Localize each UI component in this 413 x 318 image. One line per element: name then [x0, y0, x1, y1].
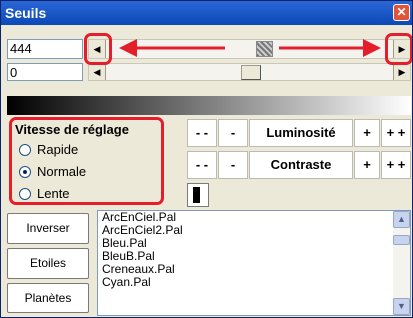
contrast-plus-plus-button[interactable]: + +: [381, 151, 411, 179]
list-item[interactable]: Cyan.Pal: [98, 276, 410, 289]
contrast-label: Contraste: [249, 151, 353, 179]
scroll-up-icon[interactable]: ▲: [393, 211, 410, 228]
bottom-threshold-field[interactable]: 0: [7, 63, 83, 81]
scroll-right-icon[interactable]: ▶: [393, 64, 410, 80]
stars-button[interactable]: Etoiles: [7, 248, 89, 279]
palette-list[interactable]: ArcEnCiel.Pal ArcEnCiel2.Pal Bleu.Pal Bl…: [97, 210, 411, 316]
planets-button[interactable]: Planètes: [7, 283, 89, 313]
contrast-minus-button[interactable]: -: [218, 151, 248, 179]
luminosity-plus-button[interactable]: +: [354, 119, 380, 147]
double-arrow-icon: [119, 39, 381, 57]
invert-swatch-button[interactable]: [187, 183, 209, 207]
bottom-threshold-scrollbar[interactable]: ◀ ▶: [88, 63, 411, 81]
contrast-minus-minus-button[interactable]: - -: [187, 151, 217, 179]
window-title: Seuils: [5, 5, 47, 21]
left-arrow-highlight: [84, 33, 112, 65]
title-bar[interactable]: Seuils ✕: [1, 1, 412, 25]
right-arrow-highlight: [385, 33, 412, 65]
close-button[interactable]: ✕: [393, 4, 410, 21]
contrast-plus-button[interactable]: +: [354, 151, 380, 179]
scroll-thumb[interactable]: [393, 235, 410, 245]
luminosity-minus-button[interactable]: -: [218, 119, 248, 147]
luminosity-label: Luminosité: [249, 119, 353, 147]
luminosity-minus-minus-button[interactable]: - -: [187, 119, 217, 147]
invert-button[interactable]: Inverser: [7, 213, 89, 244]
scroll-thumb[interactable]: [241, 65, 261, 80]
top-threshold-field[interactable]: 444: [7, 39, 83, 59]
grayscale-gradient: [7, 96, 411, 115]
list-scrollbar[interactable]: ▲ ▼: [393, 211, 410, 315]
luminosity-plus-plus-button[interactable]: + +: [381, 119, 411, 147]
seuils-window: Seuils ✕ 444 ◀ ▶ 0 ◀ ▶ Vitesse de réglag…: [0, 0, 413, 318]
speed-group-highlight: [9, 117, 164, 205]
scroll-left-icon[interactable]: ◀: [89, 64, 106, 80]
scroll-down-icon[interactable]: ▼: [393, 298, 410, 315]
